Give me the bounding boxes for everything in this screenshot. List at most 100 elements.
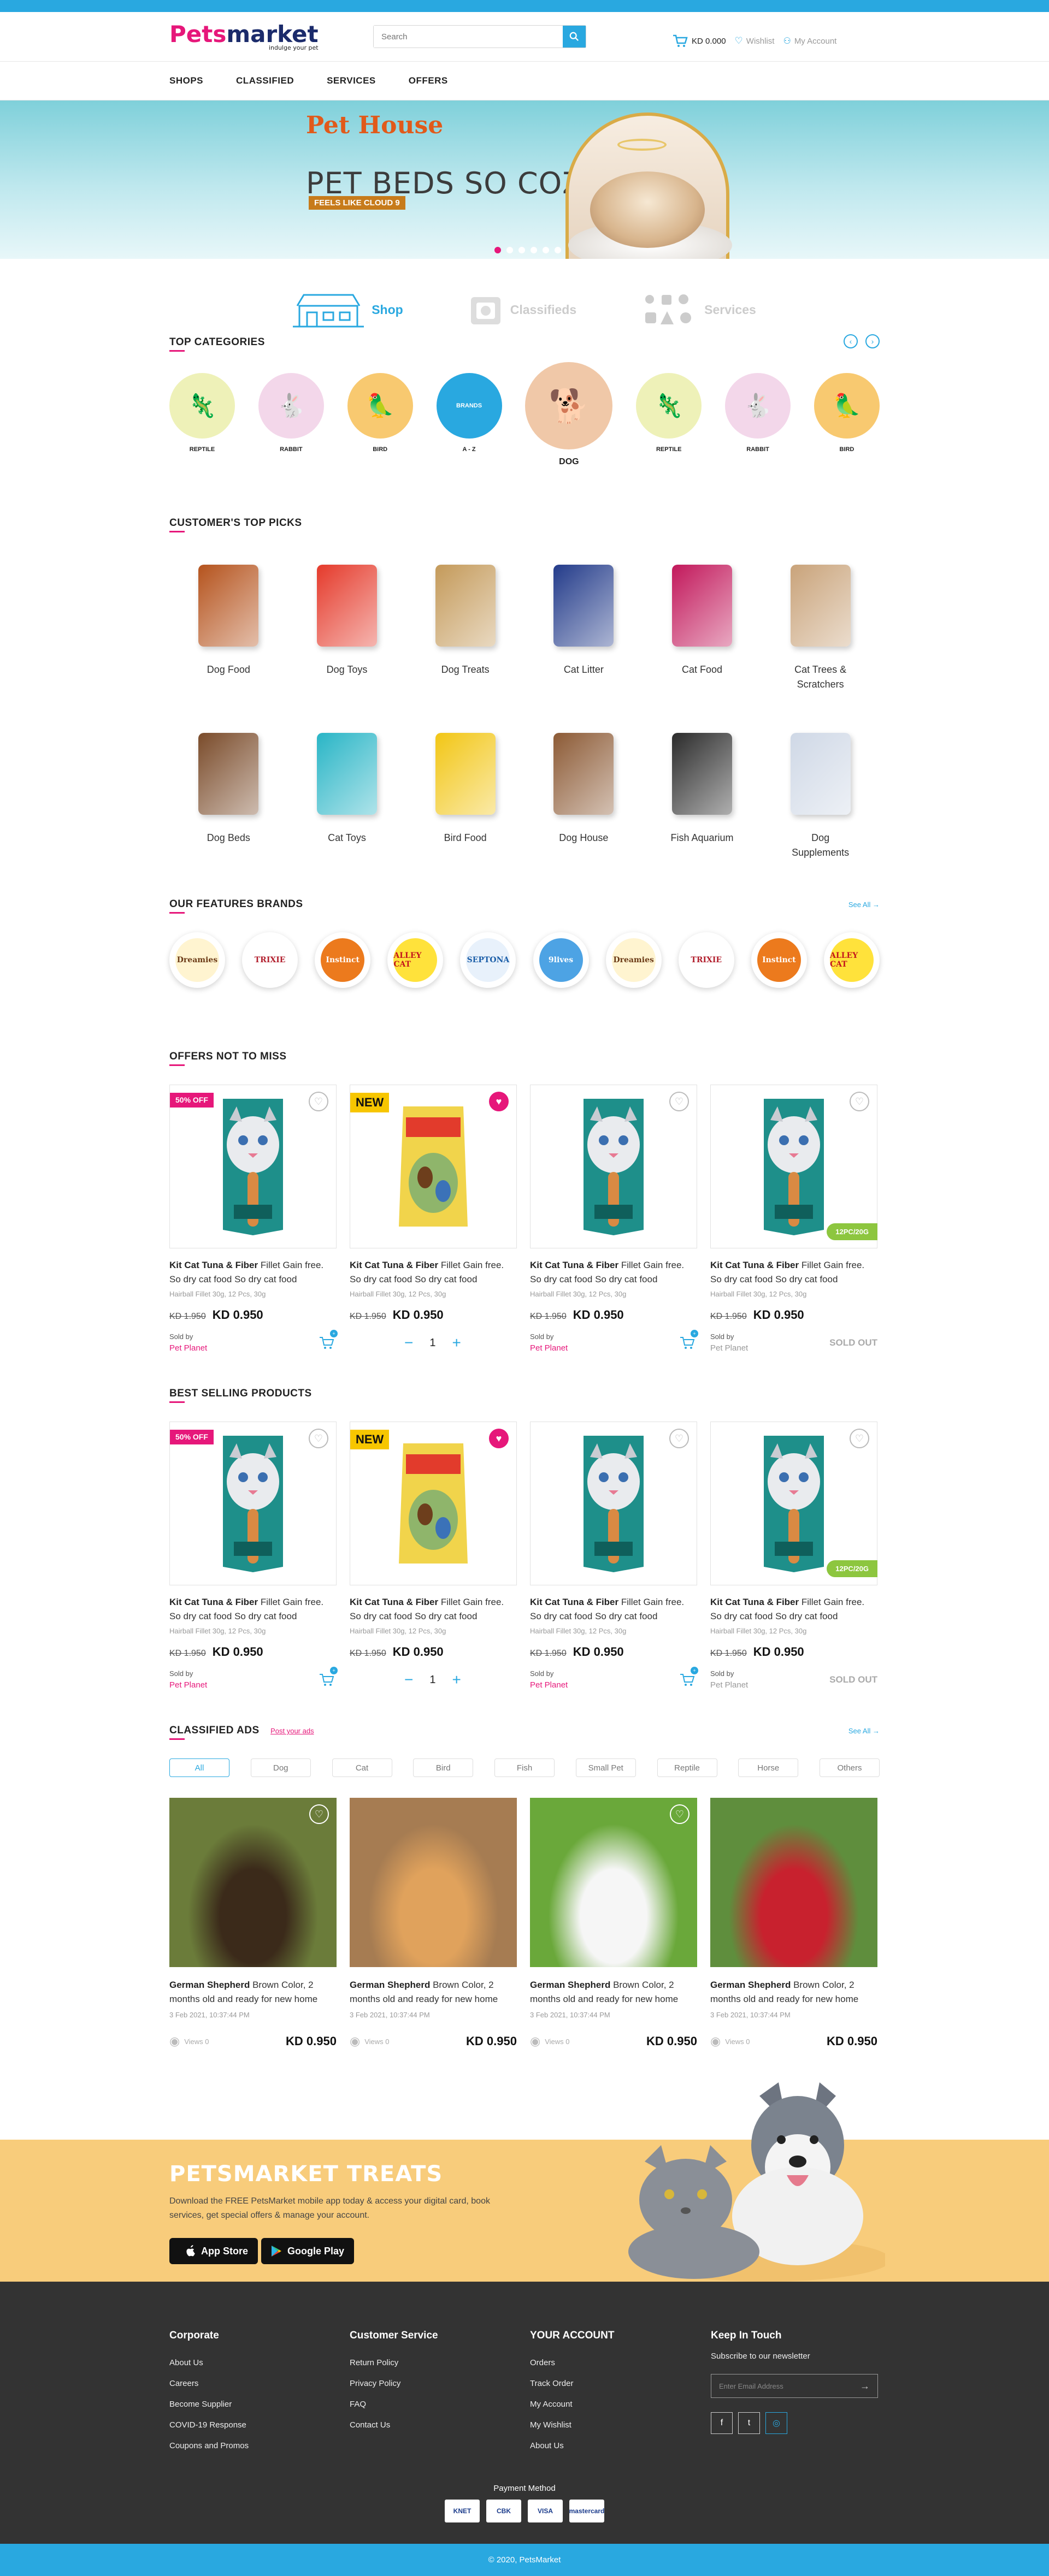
pet-photo[interactable]: [350, 1798, 517, 1967]
brand-logo[interactable]: 9lives: [533, 932, 589, 988]
top-pick-item[interactable]: Cat Trees & Scratchers: [761, 551, 880, 692]
nav-item-offers[interactable]: OFFERS: [409, 75, 448, 86]
top-pick-item[interactable]: Dog Treats: [406, 551, 524, 692]
filter-chip[interactable]: Cat: [332, 1758, 392, 1777]
add-to-cart-button[interactable]: +: [317, 1667, 338, 1690]
footer-link[interactable]: Contact Us: [350, 2420, 438, 2430]
footer-link[interactable]: FAQ: [350, 2400, 438, 2409]
product-card[interactable]: ♡ 12PC/20G Kit Cat Tuna & Fiber Fillet Gai…: [710, 1422, 877, 1691]
wishlist-heart-icon[interactable]: ♥: [489, 1429, 509, 1448]
footer-link[interactable]: Track Order: [530, 2379, 614, 2388]
filter-chip[interactable]: Reptile: [657, 1758, 717, 1777]
top-pick-item[interactable]: Dog Beds: [169, 719, 288, 860]
brand-logo[interactable]: TRIXIE: [678, 932, 734, 988]
product-image[interactable]: ♡: [530, 1085, 697, 1248]
wishlist-heart-icon[interactable]: ♡: [309, 1429, 328, 1448]
category-item[interactable]: 🦎 REPTILE: [636, 373, 702, 453]
seller-name[interactable]: Pet Planet: [530, 1679, 568, 1691]
classified-card[interactable]: ♡ German Shepherd Brown Color, 2 months o…: [169, 1798, 337, 2048]
top-pick-item[interactable]: Dog Toys: [288, 551, 406, 692]
top-pick-item[interactable]: Fish Aquarium: [643, 719, 762, 860]
twitter-icon[interactable]: t: [738, 2412, 760, 2434]
category-item[interactable]: 🦜 BIRD: [347, 373, 413, 453]
product-title[interactable]: Kit Cat Tuna & Fiber Fillet Gain free. S…: [530, 1258, 697, 1287]
footer-link[interactable]: Return Policy: [350, 2358, 438, 2367]
brand-logo[interactable]: ALLEY CAT: [823, 932, 880, 988]
footer-link[interactable]: Careers: [169, 2379, 249, 2388]
category-item[interactable]: 🦜 BIRD: [814, 373, 880, 453]
carousel-dot[interactable]: [494, 247, 501, 253]
minus-icon[interactable]: −: [404, 1671, 413, 1689]
seller-name[interactable]: Pet Planet: [169, 1342, 207, 1354]
service-services[interactable]: Services: [642, 284, 756, 335]
product-image[interactable]: ♡ 12PC/20G: [710, 1422, 877, 1585]
filter-chip[interactable]: Horse: [738, 1758, 799, 1777]
footer-link[interactable]: Privacy Policy: [350, 2379, 438, 2388]
product-card[interactable]: 50% OFF ♡ Kit Cat Tuna & Fiber Fillet Gain…: [169, 1085, 338, 1354]
wishlist-heart-icon[interactable]: ♡: [850, 1092, 869, 1111]
product-image[interactable]: 50% OFF ♡: [169, 1422, 337, 1585]
carousel-dot[interactable]: [555, 247, 561, 253]
account-link[interactable]: ⚇ My Account: [783, 35, 836, 46]
ad-title[interactable]: German Shepherd Brown Color, 2 months ol…: [169, 1978, 337, 2006]
footer-link[interactable]: Coupons and Promos: [169, 2441, 249, 2450]
facebook-icon[interactable]: f: [711, 2412, 733, 2434]
top-pick-item[interactable]: Cat Litter: [524, 551, 643, 692]
top-pick-item[interactable]: Dog Food: [169, 551, 288, 692]
category-item[interactable]: BRANDS A - Z: [436, 373, 502, 453]
filter-chip[interactable]: Dog: [250, 1758, 311, 1777]
filter-chip[interactable]: All: [169, 1758, 229, 1777]
logo[interactable]: Petsmarket indulge your pet: [169, 22, 319, 51]
google-play-button[interactable]: Google Play: [261, 2238, 355, 2264]
arrow-left-icon[interactable]: ‹: [844, 334, 858, 348]
footer-link[interactable]: About Us: [530, 2441, 614, 2450]
product-card[interactable]: ♡ Kit Cat Tuna & Fiber Fillet Gain free. …: [530, 1422, 698, 1691]
filter-chip[interactable]: Small Pet: [575, 1758, 636, 1777]
minus-icon[interactable]: −: [404, 1334, 413, 1352]
brand-logo[interactable]: ALLEY CAT: [387, 932, 444, 988]
top-pick-item[interactable]: Cat Food: [643, 551, 762, 692]
product-card[interactable]: 50% OFF ♡ Kit Cat Tuna & Fiber Fillet Gain…: [169, 1422, 338, 1691]
see-all-link[interactable]: See All →: [848, 901, 880, 909]
cart-button[interactable]: KD 0.000: [672, 34, 726, 48]
product-image[interactable]: ♡: [530, 1422, 697, 1585]
pet-photo[interactable]: ♡: [169, 1798, 337, 1967]
product-image[interactable]: ♡ 12PC/20G: [710, 1085, 877, 1248]
nav-item-services[interactable]: SERVICES: [327, 75, 376, 86]
carousel-dot[interactable]: [506, 247, 513, 253]
product-title[interactable]: Kit Cat Tuna & Fiber Fillet Gain free. S…: [350, 1595, 517, 1624]
footer-link[interactable]: My Account: [530, 2400, 614, 2409]
nav-item-classified[interactable]: CLASSIFIED: [236, 75, 294, 86]
seller-name[interactable]: Pet Planet: [710, 1679, 748, 1691]
product-card[interactable]: ♡ Kit Cat Tuna & Fiber Fillet Gain free. …: [530, 1085, 698, 1354]
carousel-dot[interactable]: [531, 247, 537, 253]
product-title[interactable]: Kit Cat Tuna & Fiber Fillet Gain free. S…: [710, 1595, 877, 1624]
product-title[interactable]: Kit Cat Tuna & Fiber Fillet Gain free. S…: [710, 1258, 877, 1287]
arrow-right-icon[interactable]: →: [860, 2380, 870, 2392]
plus-icon[interactable]: +: [452, 1671, 461, 1689]
ad-title[interactable]: German Shepherd Brown Color, 2 months ol…: [530, 1978, 697, 2006]
product-image[interactable]: NEW ♥: [350, 1422, 517, 1585]
brand-logo[interactable]: Instinct: [751, 932, 807, 988]
filter-chip[interactable]: Bird: [413, 1758, 474, 1777]
add-to-cart-button[interactable]: +: [317, 1330, 338, 1353]
seller-name[interactable]: Pet Planet: [710, 1342, 748, 1354]
service-shop[interactable]: Shop: [293, 284, 403, 335]
top-pick-item[interactable]: Dog House: [524, 719, 643, 860]
wishlist-heart-icon[interactable]: ♡: [309, 1092, 328, 1111]
top-pick-item[interactable]: Dog Supplements: [761, 719, 880, 860]
product-image[interactable]: 50% OFF ♡: [169, 1085, 337, 1248]
wishlist-link[interactable]: ♡ Wishlist: [735, 35, 775, 46]
wishlist-heart-icon[interactable]: ♡: [669, 1092, 689, 1111]
seller-name[interactable]: Pet Planet: [530, 1342, 568, 1354]
pet-photo[interactable]: ♡: [530, 1798, 697, 1967]
footer-link[interactable]: Become Supplier: [169, 2400, 249, 2409]
product-title[interactable]: Kit Cat Tuna & Fiber Fillet Gain free. S…: [530, 1595, 697, 1624]
top-pick-item[interactable]: Bird Food: [406, 719, 524, 860]
classified-card[interactable]: German Shepherd Brown Color, 2 months ol…: [710, 1798, 877, 2048]
product-title[interactable]: Kit Cat Tuna & Fiber Fillet Gain free. S…: [169, 1595, 337, 1624]
classified-card[interactable]: German Shepherd Brown Color, 2 months ol…: [350, 1798, 517, 2048]
wishlist-heart-icon[interactable]: ♡: [850, 1429, 869, 1448]
brand-logo[interactable]: Dreamies: [605, 932, 662, 988]
brand-logo[interactable]: Dreamies: [169, 932, 225, 988]
